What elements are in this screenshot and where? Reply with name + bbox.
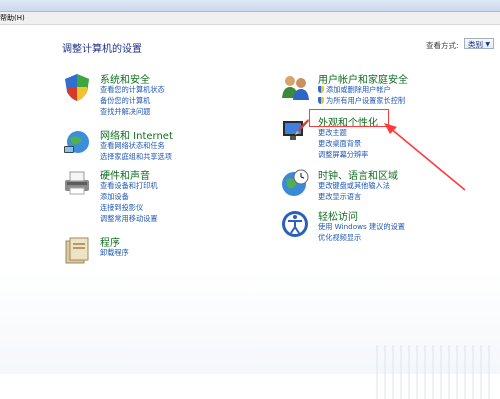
menu-help[interactable]: 帮助(H) (0, 13, 25, 23)
menu-bar: 帮助(H) (0, 12, 500, 25)
link-screen-resolution[interactable]: 调整屏幕分辨率 (318, 150, 368, 160)
link-devices-printers[interactable]: 查看设备和打印机 (100, 181, 158, 191)
link-mobility[interactable]: 调整常用移动设置 (100, 214, 158, 224)
chevron-down-icon: ▼ (485, 41, 490, 48)
accessibility-icon (282, 211, 308, 237)
category-title[interactable]: 轻松访问 (318, 208, 358, 223)
link-backup[interactable]: 备份您的计算机 (100, 96, 150, 106)
uac-shield-icon (318, 86, 324, 93)
appearance-monitor-icon (283, 119, 309, 140)
link-windows-recommended[interactable]: 使用 Windows 建议的设置 (318, 222, 405, 232)
link-change-theme[interactable]: 更改主题 (318, 128, 347, 138)
programs-icon (65, 237, 89, 264)
uac-shield-icon (318, 97, 324, 104)
users-icon (282, 76, 309, 100)
link-uninstall[interactable]: 卸载程序 (100, 248, 129, 258)
viewby-value: 类别 (468, 40, 483, 49)
link-desktop-background[interactable]: 更改桌面背景 (318, 139, 361, 149)
link-display-language[interactable]: 更改显示语言 (318, 192, 361, 202)
link-optimize-display[interactable]: 优化视频显示 (318, 233, 361, 243)
viewby-label: 查看方式: (426, 41, 459, 50)
link-troubleshoot[interactable]: 查找并解决问题 (100, 107, 150, 117)
network-globe-icon (64, 131, 89, 153)
annotation-arrow-icon (384, 123, 466, 191)
category-title[interactable]: 硬件和声音 (100, 167, 150, 182)
printer-icon (65, 171, 89, 195)
link-homegroup[interactable]: 选择家庭组和共享选项 (100, 152, 172, 162)
category-title[interactable]: 程序 (100, 234, 120, 249)
page-title: 调整计算机的设置 (62, 44, 142, 55)
link-projector[interactable]: 连接到投影仪 (100, 203, 143, 213)
shield-icon (65, 74, 89, 101)
clock-globe-icon (282, 169, 309, 196)
category-title[interactable]: 系统和安全 (100, 71, 150, 86)
control-panel-content: 调整计算机的设置 查看方式: 类别 ▼ 系统和安全 查看您的计算机状态 备份您的… (0, 25, 500, 399)
category-title[interactable]: 网络和 Internet (100, 127, 173, 142)
viewby-dropdown[interactable]: 类别 ▼ (464, 38, 494, 49)
window-titlebar (0, 0, 500, 12)
background-decoration (370, 345, 490, 399)
link-network-status[interactable]: 查看网络状态和任务 (100, 141, 165, 151)
link-computer-status[interactable]: 查看您的计算机状态 (100, 85, 165, 95)
link-add-device[interactable]: 添加设备 (100, 192, 129, 202)
link-add-remove-users[interactable]: 添加或删除用户帐户 (318, 85, 391, 95)
link-parental-controls[interactable]: 为所有用户设置家长控制 (318, 96, 405, 106)
annotation-highlight-box (309, 109, 389, 127)
category-title[interactable]: 用户帐户和家庭安全 (318, 71, 408, 86)
